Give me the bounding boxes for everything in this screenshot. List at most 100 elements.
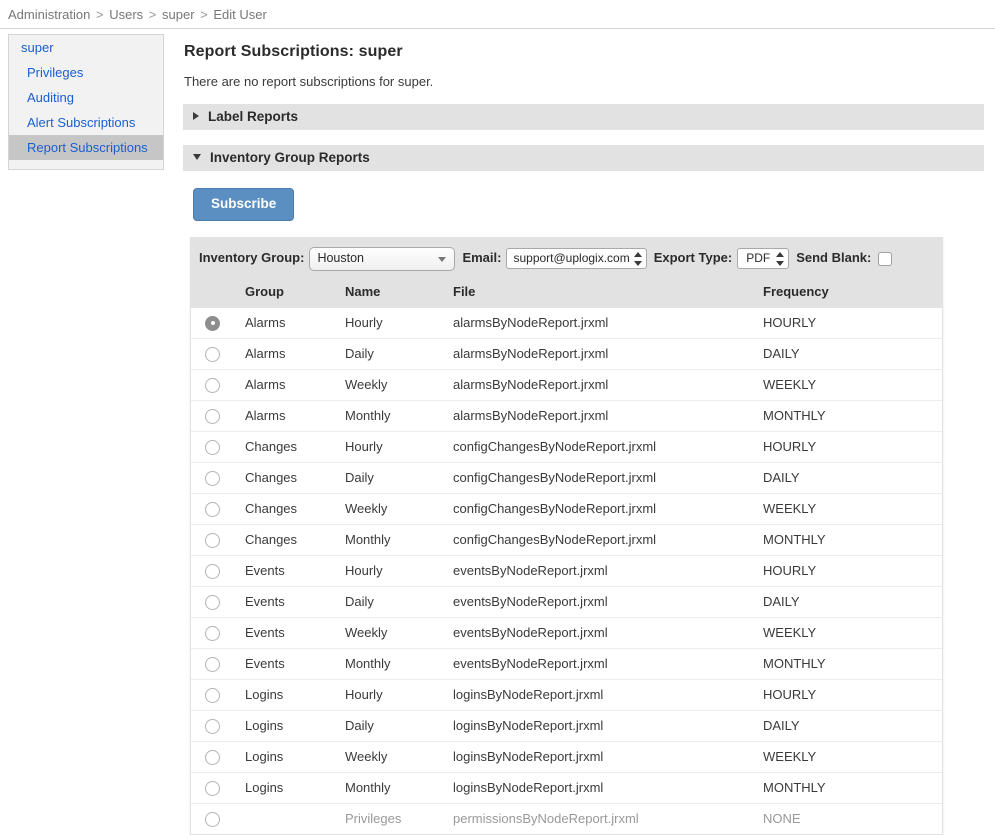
table-cell-frequency: MONTHLY (763, 524, 942, 555)
report-radio-button[interactable] (205, 781, 220, 796)
report-radio-button[interactable] (205, 409, 220, 424)
table-cell-file: configChangesByNodeReport.jrxml (453, 493, 763, 524)
table-cell-select[interactable] (191, 524, 243, 555)
report-radio-button[interactable] (205, 688, 220, 703)
table-cell-select[interactable] (191, 555, 243, 586)
table-row[interactable]: LoginsDailyloginsByNodeReport.jrxmlDAILY (191, 710, 942, 741)
report-radio-button[interactable] (205, 440, 220, 455)
send-blank-checkbox[interactable] (878, 252, 892, 266)
report-radio-button[interactable] (205, 595, 220, 610)
table-cell-select[interactable] (191, 710, 243, 741)
table-cell-file: configChangesByNodeReport.jrxml (453, 431, 763, 462)
table-header-row: Group Name File Frequency (191, 280, 942, 308)
table-cell-name: Hourly (345, 555, 453, 586)
table-cell-frequency: MONTHLY (763, 648, 942, 679)
subscribe-button[interactable]: Subscribe (193, 188, 294, 221)
table-cell-select[interactable] (191, 493, 243, 524)
table-cell-select[interactable] (191, 586, 243, 617)
inventory-group-select[interactable]: Houston (309, 247, 455, 271)
table-row[interactable]: AlarmsDailyalarmsByNodeReport.jrxmlDAILY (191, 338, 942, 369)
section-header-inventory-group-reports[interactable]: Inventory Group Reports (183, 145, 984, 171)
export-type-select[interactable]: PDF (737, 248, 789, 269)
report-radio-button[interactable] (205, 347, 220, 362)
breadcrumb-item-edit-user: Edit User (213, 7, 266, 22)
breadcrumb-item-users[interactable]: Users (109, 7, 143, 22)
sidebar-item-alert-subscriptions[interactable]: Alert Subscriptions (9, 110, 163, 135)
main-content: Report Subscriptions: super There are no… (183, 29, 984, 835)
table-cell-select[interactable] (191, 338, 243, 369)
sidebar-item-super[interactable]: super (9, 35, 163, 60)
table-cell-select[interactable] (191, 648, 243, 679)
report-radio-button[interactable] (205, 316, 220, 331)
table-cell-group: Events (243, 648, 345, 679)
table-cell-name: Weekly (345, 493, 453, 524)
table-cell-frequency: DAILY (763, 338, 942, 369)
table-row[interactable]: AlarmsHourlyalarmsByNodeReport.jrxmlHOUR… (191, 308, 942, 339)
table-cell-select[interactable] (191, 400, 243, 431)
report-radio-button[interactable] (205, 657, 220, 672)
table-cell-name: Monthly (345, 524, 453, 555)
report-radio-button[interactable] (205, 471, 220, 486)
table-cell-select[interactable] (191, 679, 243, 710)
table-cell-select[interactable] (191, 617, 243, 648)
table-cell-name: Daily (345, 710, 453, 741)
report-radio-button[interactable] (205, 812, 220, 827)
table-row[interactable]: EventsDailyeventsByNodeReport.jrxmlDAILY (191, 586, 942, 617)
table-row[interactable]: LoginsMonthlyloginsByNodeReport.jrxmlMON… (191, 772, 942, 803)
section-label: Inventory Group Reports (210, 150, 370, 165)
table-cell-select[interactable] (191, 431, 243, 462)
table-cell-file: alarmsByNodeReport.jrxml (453, 338, 763, 369)
table-row[interactable]: ChangesHourlyconfigChangesByNodeReport.j… (191, 431, 942, 462)
inventory-group-label: Inventory Group: (199, 250, 304, 265)
column-header-file: File (453, 280, 763, 308)
section-header-label-reports[interactable]: Label Reports (183, 104, 984, 130)
table-cell-select[interactable] (191, 772, 243, 803)
table-cell-select[interactable] (191, 308, 243, 339)
page-title: Report Subscriptions: super (184, 43, 984, 61)
report-radio-button[interactable] (205, 533, 220, 548)
breadcrumb-item-administration[interactable]: Administration (8, 7, 90, 22)
table-cell-select[interactable] (191, 369, 243, 400)
chevron-right-icon (193, 112, 199, 120)
filter-bar: Inventory Group: Houston Email: support@… (191, 237, 942, 280)
table-cell-frequency: HOURLY (763, 308, 942, 339)
report-radio-button[interactable] (205, 564, 220, 579)
breadcrumb-item-super[interactable]: super (162, 7, 195, 22)
report-radio-button[interactable] (205, 378, 220, 393)
table-row[interactable]: LoginsWeeklyloginsByNodeReport.jrxmlWEEK… (191, 741, 942, 772)
table-cell-select[interactable] (191, 462, 243, 493)
table-row[interactable]: LoginsHourlyloginsByNodeReport.jrxmlHOUR… (191, 679, 942, 710)
table-row[interactable]: ChangesMonthlyconfigChangesByNodeReport.… (191, 524, 942, 555)
sidebar-item-privileges[interactable]: Privileges (9, 60, 163, 85)
table-row[interactable]: AlarmsWeeklyalarmsByNodeReport.jrxmlWEEK… (191, 369, 942, 400)
table-cell-frequency: NONE (763, 803, 942, 834)
table-row[interactable]: EventsWeeklyeventsByNodeReport.jrxmlWEEK… (191, 617, 942, 648)
report-radio-button[interactable] (205, 719, 220, 734)
table-cell-name: Weekly (345, 741, 453, 772)
table-cell-file: alarmsByNodeReport.jrxml (453, 400, 763, 431)
stepper-arrows-icon (776, 252, 784, 266)
table-cell-name: Monthly (345, 648, 453, 679)
report-radio-button[interactable] (205, 626, 220, 641)
table-cell-file: loginsByNodeReport.jrxml (453, 741, 763, 772)
table-row[interactable]: ChangesWeeklyconfigChangesByNodeReport.j… (191, 493, 942, 524)
sidebar-item-report-subscriptions[interactable]: Report Subscriptions (9, 135, 163, 160)
table-cell-group: Alarms (243, 400, 345, 431)
table-row[interactable]: AlarmsMonthlyalarmsByNodeReport.jrxmlMON… (191, 400, 942, 431)
table-row[interactable]: EventsMonthlyeventsByNodeReport.jrxmlMON… (191, 648, 942, 679)
table-cell-name: Monthly (345, 400, 453, 431)
table-row[interactable]: EventsHourlyeventsByNodeReport.jrxmlHOUR… (191, 555, 942, 586)
report-radio-button[interactable] (205, 502, 220, 517)
table-row[interactable]: ChangesDailyconfigChangesByNodeReport.jr… (191, 462, 942, 493)
sidebar-item-auditing[interactable]: Auditing (9, 85, 163, 110)
table-cell-select[interactable] (191, 741, 243, 772)
table-cell-group: Events (243, 617, 345, 648)
table-row[interactable]: PrivilegespermissionsByNodeReport.jrxmlN… (191, 803, 942, 834)
report-radio-button[interactable] (205, 750, 220, 765)
table-cell-select[interactable] (191, 803, 243, 834)
column-header-select (191, 280, 243, 308)
column-header-group: Group (243, 280, 345, 308)
page-subtitle: There are no report subscriptions for su… (184, 74, 984, 89)
email-select[interactable]: support@uplogix.com (506, 248, 646, 269)
table-cell-name: Hourly (345, 308, 453, 339)
